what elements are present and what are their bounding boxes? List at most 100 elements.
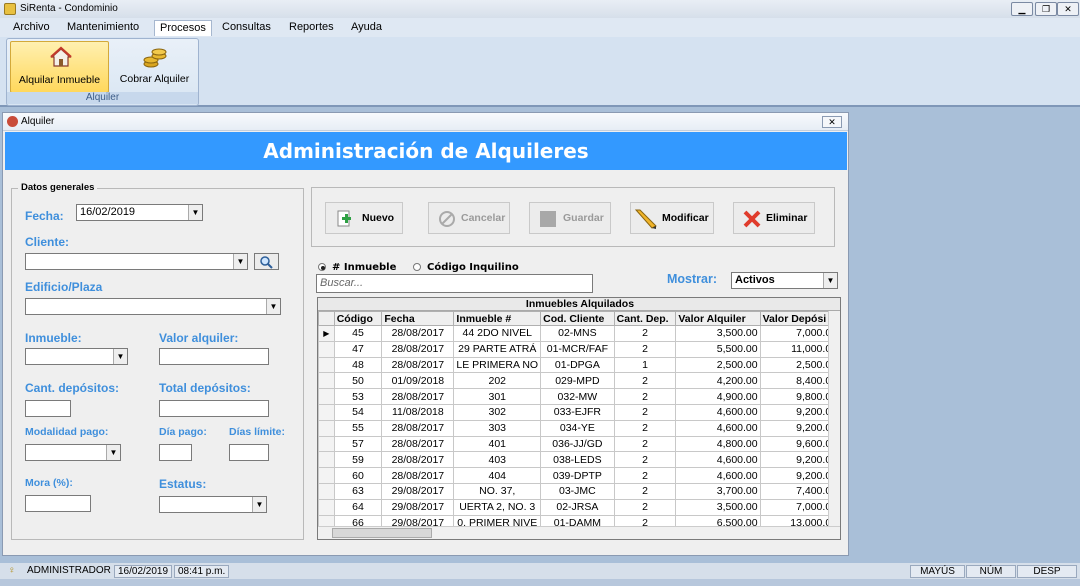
- grid-horizontal-scrollbar[interactable]: [318, 526, 840, 539]
- minimize-button[interactable]: ▁: [1011, 2, 1033, 16]
- cobrar-alquiler-button[interactable]: Cobrar Alquiler: [112, 41, 197, 93]
- table-cell: 038-LEDS: [540, 451, 615, 469]
- table-cell: 28/08/2017: [381, 435, 455, 453]
- menu-consultas[interactable]: Consultas: [217, 20, 276, 36]
- table-row[interactable]: ▶ 45 28/08/2017 44 2DO NIVEL 02-MNS 2 3,500.00…: [318, 325, 840, 342]
- cliente-combo[interactable]: ▼: [25, 253, 248, 270]
- menu-archivo[interactable]: Archivo: [8, 20, 55, 36]
- col-header-fecha[interactable]: Fecha: [381, 311, 455, 326]
- table-cell: 404: [453, 467, 542, 484]
- child-close-button[interactable]: ✕: [822, 116, 842, 128]
- row-selector[interactable]: [318, 467, 335, 484]
- scroll-thumb[interactable]: [332, 528, 432, 538]
- modalidad-pago-combo[interactable]: ▼: [25, 444, 121, 461]
- radio-codigo-inquilino[interactable]: Código Inquilino: [413, 262, 519, 273]
- grid-vertical-scrollbar[interactable]: [828, 311, 840, 527]
- menu-reportes[interactable]: Reportes: [284, 20, 339, 36]
- col-header-valor-alquiler[interactable]: Valor Alquiler: [675, 311, 761, 326]
- table-cell: 3,700.00: [675, 482, 761, 500]
- table-cell: 29/08/2017: [381, 482, 455, 500]
- col-header-codigo[interactable]: Código: [333, 311, 383, 326]
- table-cell: 11/08/2018: [381, 403, 455, 421]
- cant-depositos-input[interactable]: [25, 400, 71, 417]
- alquilar-inmueble-button[interactable]: Alquilar Inmueble: [10, 41, 109, 93]
- col-header-cod-cliente[interactable]: Cod. Cliente: [540, 311, 615, 326]
- table-cell: 4,200.00: [675, 372, 761, 390]
- row-selector[interactable]: [318, 403, 335, 421]
- row-selector[interactable]: [318, 419, 335, 437]
- menu-ayuda[interactable]: Ayuda: [346, 20, 387, 36]
- table-row[interactable]: 59 28/08/2017 403 038-LEDS 2 4,600.00 9,200.00: [318, 451, 840, 469]
- row-selector[interactable]: ▶: [318, 325, 335, 342]
- mora-label: Mora (%):: [25, 477, 73, 489]
- chevron-down-icon: ▼: [233, 254, 247, 269]
- edificio-combo[interactable]: ▼: [25, 298, 281, 315]
- total-depositos-input[interactable]: [159, 400, 269, 417]
- status-user: ADMINISTRADOR: [27, 565, 111, 576]
- close-button[interactable]: ✕: [1057, 2, 1079, 16]
- table-cell: 47: [333, 340, 383, 358]
- table-cell: 2: [613, 388, 677, 405]
- fecha-label: Fecha:: [25, 209, 64, 223]
- modificar-label: Modificar: [662, 212, 709, 224]
- row-selector[interactable]: [318, 451, 335, 469]
- chevron-down-icon: ▼: [252, 497, 266, 512]
- table-row[interactable]: 60 28/08/2017 404 039-DPTP 2 4,600.00 9,200.00: [318, 467, 840, 484]
- app-title: SiRenta - Condominio: [20, 3, 118, 14]
- status-desp: DESP: [1017, 565, 1077, 578]
- menu-procesos[interactable]: Procesos: [154, 20, 212, 36]
- row-selector[interactable]: [318, 356, 335, 374]
- table-row[interactable]: 48 28/08/2017 LE PRIMERA NO 01-DPGA 1 2,500.0…: [318, 356, 840, 374]
- table-cell: 3,500.00: [675, 325, 761, 342]
- estatus-combo[interactable]: ▼: [159, 496, 267, 513]
- mora-input[interactable]: [25, 495, 91, 512]
- row-selector[interactable]: [318, 435, 335, 453]
- alquiler-window-title: Alquiler: [21, 116, 55, 127]
- radio-unselected-icon: [413, 263, 421, 271]
- radio-codigo-inquilino-label: Código Inquilino: [427, 262, 519, 273]
- table-cell: 03-JMC: [540, 482, 615, 500]
- cancel-icon: [439, 211, 455, 227]
- nuevo-button[interactable]: Nuevo: [325, 202, 403, 234]
- col-header-inmueble[interactable]: Inmueble #: [453, 311, 542, 326]
- save-icon: [540, 211, 556, 227]
- table-row[interactable]: 57 28/08/2017 401 036-JJ/GD 2 4,800.00 9,600.0…: [318, 435, 840, 453]
- mostrar-label: Mostrar:: [667, 272, 718, 286]
- table-row[interactable]: 64 29/08/2017 UERTA 2, NO. 3 02-JRSA 2 3,500.…: [318, 498, 840, 516]
- row-selector[interactable]: [318, 372, 335, 390]
- col-header-cant-dep[interactable]: Cant. Dep.: [613, 311, 677, 326]
- pencil-icon: [634, 209, 657, 229]
- valor-alquiler-input[interactable]: [159, 348, 269, 365]
- radio-inmueble[interactable]: # Inmueble: [318, 262, 396, 273]
- search-cliente-button[interactable]: [254, 253, 279, 270]
- mostrar-combo[interactable]: Activos ▼: [731, 272, 838, 289]
- datos-generales-group: Datos generales Fecha: 16/02/2019 ▼ Clie…: [11, 182, 304, 540]
- row-selector[interactable]: [318, 482, 335, 500]
- menu-mantenimiento[interactable]: Mantenimiento: [62, 20, 144, 36]
- cancelar-button[interactable]: Cancelar: [428, 202, 510, 234]
- row-selector[interactable]: [318, 498, 335, 516]
- eliminar-button[interactable]: Eliminar: [733, 202, 815, 234]
- dias-limite-input[interactable]: [229, 444, 269, 461]
- guardar-label: Guardar: [563, 212, 604, 224]
- table-row[interactable]: 55 28/08/2017 303 034-YE 2 4,600.00 9,200.00: [318, 419, 840, 437]
- fecha-datepicker[interactable]: 16/02/2019 ▼: [76, 204, 203, 221]
- table-row[interactable]: 53 28/08/2017 301 032-MW 2 4,900.00 9,800.00: [318, 388, 840, 405]
- modificar-button[interactable]: Modificar: [630, 202, 714, 234]
- dia-pago-input[interactable]: [159, 444, 192, 461]
- inmuebles-grid[interactable]: Inmuebles Alquilados Código Fecha Inmueb…: [317, 297, 841, 540]
- table-cell: 01-DPGA: [540, 356, 615, 374]
- valor-alquiler-label: Valor alquiler:: [159, 331, 239, 345]
- inmueble-combo[interactable]: ▼: [25, 348, 128, 365]
- maximize-button[interactable]: ❐: [1035, 2, 1057, 16]
- table-row[interactable]: 63 29/08/2017 NO. 37, 03-JMC 2 3,700.00 7,400.…: [318, 482, 840, 500]
- table-cell: 4,800.00: [675, 435, 761, 453]
- table-row[interactable]: 54 11/08/2018 302 033-EJFR 2 4,600.00 9,200.00: [318, 403, 840, 421]
- guardar-button[interactable]: Guardar: [529, 202, 611, 234]
- row-selector[interactable]: [318, 340, 335, 358]
- table-cell: LE PRIMERA NO: [453, 356, 542, 374]
- table-row[interactable]: 50 01/09/2018 202 029-MPD 2 4,200.00 8,400.00: [318, 372, 840, 390]
- search-input[interactable]: Buscar...: [316, 274, 593, 293]
- row-selector[interactable]: [318, 388, 335, 405]
- table-row[interactable]: 47 28/08/2017 29 PARTE ATRÁ 01-MCR/FAF 2 5,50…: [318, 340, 840, 358]
